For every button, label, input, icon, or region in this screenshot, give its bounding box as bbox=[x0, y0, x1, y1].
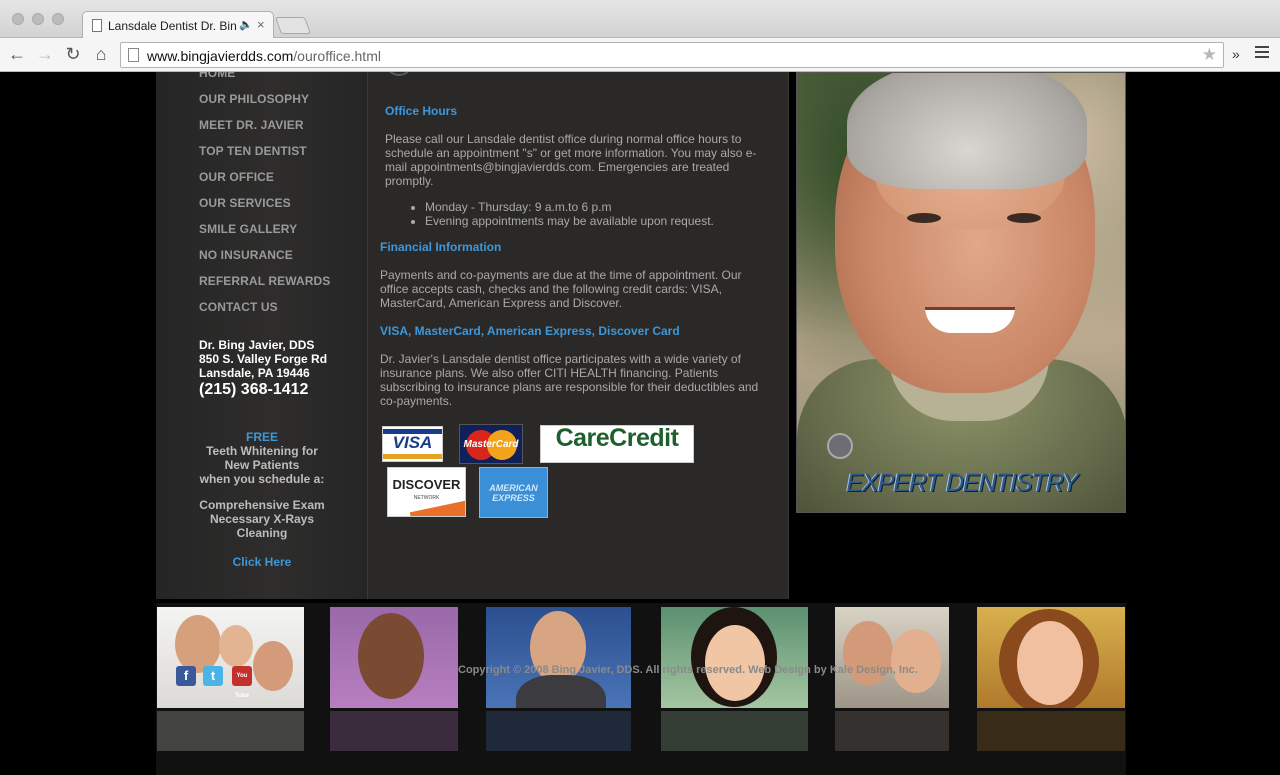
minimize-window-button[interactable] bbox=[32, 13, 44, 25]
visa-logo-text: VISA bbox=[392, 433, 433, 452]
tab-title: Lansdale Dentist Dr. Bin bbox=[108, 19, 237, 33]
office-hours-heading: Office Hours bbox=[385, 104, 458, 118]
left-sidebar: HOME OUR PHILOSOPHY MEET DR. JAVIER TOP … bbox=[156, 72, 368, 599]
page-icon bbox=[92, 19, 102, 32]
gallery-photo-woman[interactable] bbox=[330, 607, 458, 708]
browser-toolbar: ← → ↻ ⌂ www.bingjavierdds.com/ouroffice.… bbox=[0, 38, 1280, 72]
zoom-window-button[interactable] bbox=[52, 13, 64, 25]
american-express-logo: AMERICAN EXPRESS bbox=[479, 467, 548, 518]
hours-list: Monday - Thursday: 9 a.m.to 6 p.m Evenin… bbox=[425, 200, 714, 228]
browser-tabbar: Lansdale Dentist Dr. Bin 🔈 × bbox=[0, 0, 1280, 39]
close-icon[interactable]: × bbox=[257, 17, 265, 32]
bookmark-star-icon[interactable]: ★ bbox=[1202, 45, 1217, 65]
nav-our-services[interactable]: OUR SERVICES bbox=[199, 196, 330, 222]
promo-line: Teeth Whitening for bbox=[206, 444, 318, 458]
list-item: Monday - Thursday: 9 a.m.to 6 p.m bbox=[425, 200, 714, 214]
youtube-icon[interactable]: You Tube bbox=[232, 666, 252, 699]
list-item: Evening appointments may be available up… bbox=[425, 214, 714, 228]
promo-line: when you schedule a: bbox=[199, 472, 325, 486]
hero-caption: EXPERT DENTISTRY bbox=[846, 469, 1078, 497]
street-address: 850 S. Valley Forge Rd bbox=[199, 352, 328, 366]
photo-strip bbox=[156, 603, 1126, 775]
discover-logo: DISCOVER NETWORK bbox=[387, 467, 466, 517]
office-hours-text: Please call our Lansdale dentist office … bbox=[385, 132, 757, 188]
copyright-text: Copyright © 2008 Bing Javier, DDS. All r… bbox=[458, 664, 918, 676]
promo-item: Cleaning bbox=[236, 526, 288, 540]
phone-number: (215) 368-1412 bbox=[199, 381, 309, 398]
promo-click-here-link[interactable]: Click Here bbox=[233, 555, 292, 569]
insurance-text: Dr. Javier's Lansdale dentist office par… bbox=[380, 352, 759, 408]
home-icon[interactable]: ⌂ bbox=[90, 44, 112, 64]
gallery-photo-young-woman[interactable] bbox=[977, 607, 1125, 708]
nav-meet-dr-javier[interactable]: MEET DR. JAVIER bbox=[199, 118, 330, 144]
hamburger-menu-icon[interactable] bbox=[1255, 46, 1269, 61]
reload-icon[interactable]: ↻ bbox=[62, 44, 84, 64]
lapel-pin-icon bbox=[827, 433, 853, 459]
nav-referral-rewards[interactable]: REFERRAL REWARDS bbox=[199, 274, 330, 300]
amex-logo-text: AMERICAN EXPRESS bbox=[489, 483, 538, 503]
carecredit-logo-text: CareCredit bbox=[555, 424, 679, 452]
url-text[interactable]: www.bingjavierdds.com/ouroffice.html bbox=[147, 48, 381, 64]
promo-line: New Patients bbox=[224, 458, 300, 472]
nav-our-office[interactable]: OUR OFFICE bbox=[199, 170, 330, 196]
carecredit-logo[interactable]: CareCredit bbox=[540, 425, 694, 463]
nav-top-ten-dentist[interactable]: TOP TEN DENTIST bbox=[199, 144, 330, 170]
main-nav: HOME OUR PHILOSOPHY MEET DR. JAVIER TOP … bbox=[199, 72, 330, 326]
forward-arrow-icon[interactable]: → bbox=[34, 44, 56, 64]
gallery-photo-man[interactable] bbox=[486, 607, 631, 708]
gallery-photo-girl[interactable] bbox=[661, 607, 808, 708]
nav-contact-us[interactable]: CONTACT US bbox=[199, 300, 330, 326]
city-address: Lansdale, PA 19446 bbox=[199, 366, 310, 380]
cards-heading: VISA, MasterCard, American Express, Disc… bbox=[380, 324, 680, 338]
new-tab-button[interactable] bbox=[274, 17, 312, 34]
twitter-icon[interactable]: t bbox=[203, 666, 223, 686]
facebook-icon[interactable]: f bbox=[176, 666, 196, 686]
nav-our-philosophy[interactable]: OUR PHILOSOPHY bbox=[199, 92, 330, 118]
doctor-name: Dr. Bing Javier, DDS bbox=[199, 338, 315, 352]
page-icon bbox=[128, 48, 139, 62]
discover-logo-text: DISCOVER bbox=[392, 477, 461, 492]
hero-image: EXPERT DENTISTRY bbox=[796, 72, 1126, 513]
office-address: Dr. Bing Javier, DDS 850 S. Valley Forge… bbox=[199, 338, 327, 399]
extensions-overflow-button[interactable]: » bbox=[1232, 46, 1240, 62]
financial-info-text: Payments and co-payments are due at the … bbox=[380, 268, 742, 310]
main-content: Office Hours Please call our Lansdale de… bbox=[368, 72, 789, 599]
nav-no-insurance[interactable]: NO INSURANCE bbox=[199, 248, 330, 274]
gallery-photo-family[interactable] bbox=[157, 607, 304, 708]
web-page: HOME OUR PHILOSOPHY MEET DR. JAVIER TOP … bbox=[0, 72, 1280, 775]
promo-item: Comprehensive Exam bbox=[199, 498, 325, 512]
mastercard-logo-text: MasterCard bbox=[463, 439, 519, 450]
visa-logo: VISA bbox=[382, 426, 443, 462]
close-window-button[interactable] bbox=[12, 13, 24, 25]
whitening-promo: FREE Teeth Whitening for New Patients wh… bbox=[156, 430, 368, 569]
back-arrow-icon[interactable]: ← bbox=[6, 44, 28, 64]
speaker-icon[interactable]: 🔈 bbox=[239, 18, 253, 31]
address-bar[interactable]: www.bingjavierdds.com/ouroffice.html ★ bbox=[120, 42, 1224, 68]
nav-smile-gallery[interactable]: SMILE GALLERY bbox=[199, 222, 330, 248]
mastercard-logo: MasterCard bbox=[459, 424, 523, 464]
financial-info-heading: Financial Information bbox=[380, 240, 502, 254]
browser-tab[interactable]: Lansdale Dentist Dr. Bin 🔈 × bbox=[82, 11, 274, 39]
promo-free-label: FREE bbox=[245, 430, 278, 444]
decorative-circle-icon bbox=[385, 72, 413, 76]
gallery-photo-couple[interactable] bbox=[835, 607, 949, 708]
promo-item: Necessary X-Rays bbox=[209, 512, 315, 526]
nav-home[interactable]: HOME bbox=[199, 72, 330, 92]
